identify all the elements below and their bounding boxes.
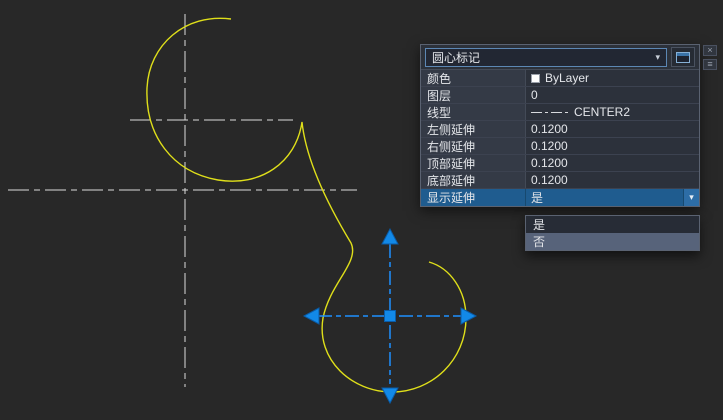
palette-side-buttons: × ≡ [703, 45, 718, 70]
property-row-top-extension[interactable]: 顶部延伸 0.1200 [421, 155, 699, 172]
quick-properties-panel: 圆心标记 ▾ 颜色 ByLayer 图层 0 线型 CENTER2 左侧延伸 0… [420, 44, 700, 207]
color-swatch [531, 73, 540, 83]
property-value[interactable]: CENTER2 [525, 104, 699, 120]
property-row-show-extension[interactable]: 显示延伸 是 ▾ [421, 189, 699, 206]
property-row-linetype[interactable]: 线型 CENTER2 [421, 104, 699, 121]
property-label-text: 左侧延伸 [427, 122, 476, 137]
property-label-text: 线型 [427, 105, 452, 120]
property-value-text: 0.1200 [531, 139, 568, 153]
show-extension-combobox[interactable]: 是 ▾ [525, 189, 699, 206]
property-row-bottom-extension[interactable]: 底部延伸 0.1200 [421, 172, 699, 189]
property-value-text: 是 [531, 191, 544, 205]
property-row-left-extension[interactable]: 左侧延伸 0.1200 [421, 121, 699, 138]
property-value[interactable]: 0.1200 [525, 172, 699, 188]
property-label: 左侧延伸 [421, 121, 525, 137]
property-label: 颜色 [421, 70, 525, 86]
show-extension-dropdown-list: 是 否 [525, 215, 700, 251]
object-type-dropdown[interactable]: 圆心标记 ▾ [425, 47, 667, 67]
property-value-text: CENTER2 [574, 105, 631, 119]
property-value[interactable]: 0.1200 [525, 121, 699, 137]
property-row-layer[interactable]: 图层 0 [421, 87, 699, 104]
property-label-text: 顶部延伸 [427, 156, 476, 171]
property-value-text: 0.1200 [531, 122, 568, 136]
customize-button[interactable] [671, 47, 695, 67]
grip-arrow-right[interactable] [460, 307, 478, 325]
property-label-text: 图层 [427, 88, 452, 103]
property-value[interactable]: ByLayer [525, 70, 699, 86]
property-value-text: 0 [531, 88, 538, 102]
property-value-text: ByLayer [545, 71, 590, 85]
spline-curve[interactable] [146, 17, 467, 393]
property-label: 顶部延伸 [421, 155, 525, 171]
property-label: 图层 [421, 87, 525, 103]
property-row-color[interactable]: 颜色 ByLayer [421, 70, 699, 87]
menu-icon[interactable]: ≡ [703, 59, 717, 70]
property-label: 线型 [421, 104, 525, 120]
property-value[interactable]: 0 [525, 87, 699, 103]
property-label: 显示延伸 [421, 189, 525, 206]
chevron-down-icon: ▾ [655, 51, 660, 62]
grip-arrow-left[interactable] [302, 307, 320, 325]
customize-icon [676, 51, 690, 63]
linetype-sample-icon [531, 111, 569, 113]
grip-arrow-top[interactable] [381, 227, 399, 245]
dropdown-option-yes[interactable]: 是 [526, 216, 699, 233]
property-value-text: 0.1200 [531, 173, 568, 187]
dropdown-option-label: 是 [533, 218, 546, 232]
close-icon[interactable]: × [703, 45, 717, 56]
grip-center-square[interactable] [384, 310, 396, 322]
panel-header: 圆心标记 ▾ [421, 45, 699, 70]
dropdown-option-label: 否 [533, 235, 546, 249]
dropdown-option-no[interactable]: 否 [526, 233, 699, 250]
chevron-down-icon: ▾ [689, 192, 694, 202]
property-label-text: 右侧延伸 [427, 139, 476, 154]
property-label-text: 底部延伸 [427, 173, 476, 188]
property-label-text: 颜色 [427, 71, 452, 86]
property-label: 右侧延伸 [421, 138, 525, 154]
property-value[interactable]: 0.1200 [525, 138, 699, 154]
property-value-text: 0.1200 [531, 156, 568, 170]
property-value[interactable]: 0.1200 [525, 155, 699, 171]
property-row-right-extension[interactable]: 右侧延伸 0.1200 [421, 138, 699, 155]
properties-grid: 颜色 ByLayer 图层 0 线型 CENTER2 左侧延伸 0.1200 右… [421, 70, 699, 206]
property-label-text: 显示延伸 [427, 191, 476, 205]
combo-dropdown-button[interactable]: ▾ [683, 189, 699, 206]
grip-arrow-bottom[interactable] [381, 387, 399, 405]
object-type-label: 圆心标记 [432, 50, 481, 65]
property-label: 底部延伸 [421, 172, 525, 188]
